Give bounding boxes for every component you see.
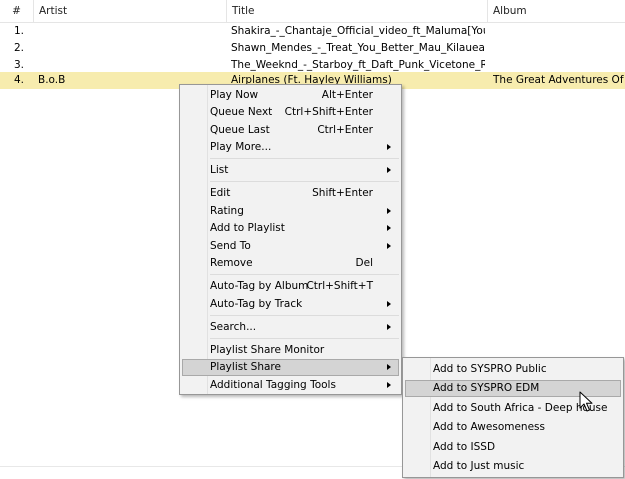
menu-item-label: Play More... [210, 141, 272, 153]
menu-item-play-more[interactable]: Play More... [182, 139, 399, 156]
menu-separator [210, 338, 399, 339]
menu-item-additional-tagging-tools[interactable]: Additional Tagging Tools [182, 377, 399, 394]
menu-item-label: List [210, 164, 229, 176]
menu-item-label: Add to SYSPRO Public [433, 363, 547, 375]
track-number: 1. [13, 25, 24, 37]
menu-separator [210, 158, 399, 159]
menu-item-send-to[interactable]: Send To [182, 238, 399, 255]
chevron-right-icon [387, 301, 391, 307]
menu-item-playlist-share[interactable]: Playlist Share [182, 359, 399, 376]
menu-item-shortcut: Alt+Enter [321, 89, 373, 101]
menu-item-list[interactable]: List [182, 162, 399, 179]
chevron-right-icon [387, 208, 391, 214]
menu-item-queue-last[interactable]: Queue Last Ctrl+Enter [182, 122, 399, 139]
menu-item-label: Play Now [210, 89, 259, 101]
track-title: Shakira_-_Chantaje_Official_video_ft_Mal… [231, 25, 485, 37]
menu-item-auto-tag-by-track[interactable]: Auto-Tag by Track [182, 296, 399, 313]
menu-item-edit[interactable]: Edit Shift+Enter [182, 185, 399, 202]
menu-item-label: Edit [210, 187, 231, 199]
menu-item-shortcut: Shift+Enter [312, 187, 373, 199]
submenu-item-add-to-syspro-public[interactable]: Add to SYSPRO Public [405, 361, 621, 378]
track-number: 2. [13, 42, 24, 54]
menu-item-label: Remove [210, 257, 253, 269]
menu-item-label: Search... [210, 321, 257, 333]
track-album [493, 23, 625, 40]
menu-item-label: Send To [210, 240, 251, 252]
column-header-artist[interactable]: Artist [34, 0, 227, 22]
column-header-title[interactable]: Title [227, 0, 488, 22]
column-header-album[interactable]: Album [488, 0, 625, 22]
submenu-item-add-to-just-music[interactable]: Add to Just music [405, 458, 621, 475]
menu-item-label: Queue Last [210, 124, 270, 136]
menu-item-label: Playlist Share Monitor [210, 344, 325, 356]
track-artist [38, 40, 226, 57]
table-row[interactable]: 1. Shakira_-_Chantaje_Official_video_ft_… [0, 23, 625, 40]
track-context-menu: Play Now Alt+Enter Queue Next Ctrl+Shift… [179, 84, 402, 395]
playlist-table-header: # Artist Title Album [0, 0, 625, 23]
menu-item-label: Auto-Tag by Track [210, 298, 303, 310]
chevron-right-icon [387, 243, 391, 249]
menu-item-label: Add to SYSPRO EDM [433, 382, 540, 394]
menu-item-play-now[interactable]: Play Now Alt+Enter [182, 87, 399, 104]
menu-item-label: Add to Playlist [210, 222, 285, 234]
track-album [493, 40, 625, 57]
menu-item-label: Additional Tagging Tools [210, 379, 336, 391]
chevron-right-icon [387, 364, 391, 370]
track-artist [38, 23, 226, 40]
submenu-item-add-to-issd[interactable]: Add to ISSD [405, 439, 621, 456]
menu-item-label: Playlist Share [210, 361, 281, 373]
column-header-number[interactable]: # [0, 0, 34, 22]
chevron-right-icon [387, 144, 391, 150]
menu-item-queue-next[interactable]: Queue Next Ctrl+Shift+Enter [182, 104, 399, 121]
menu-separator [210, 274, 399, 275]
track-number: 4. [13, 74, 24, 86]
menu-item-label: Auto-Tag by Album [210, 280, 309, 292]
menu-separator [210, 315, 399, 316]
mouse-pointer-icon [579, 391, 593, 412]
playlist-share-submenu: Add to SYSPRO Public Add to SYSPRO EDM A… [402, 357, 624, 478]
menu-item-label: Queue Next [210, 106, 273, 118]
chevron-right-icon [387, 167, 391, 173]
menu-item-remove[interactable]: Remove Del [182, 255, 399, 272]
menu-item-shortcut: Del [355, 257, 373, 269]
menu-separator [210, 181, 399, 182]
menu-item-shortcut: Ctrl+Enter [317, 124, 373, 136]
track-album: The Great Adventures Of Bob [493, 74, 625, 86]
menu-item-add-to-playlist[interactable]: Add to Playlist [182, 220, 399, 237]
menu-item-label: Add to Awesomeness [433, 421, 545, 433]
table-row[interactable]: 2. Shawn_Mendes_-_Treat_You_Better_Mau_K… [0, 40, 625, 57]
track-title: Shawn_Mendes_-_Treat_You_Better_Mau_Kila… [231, 42, 485, 54]
menu-item-playlist-share-monitor[interactable]: Playlist Share Monitor [182, 342, 399, 359]
menu-item-shortcut: Ctrl+Shift+T [306, 280, 373, 292]
menu-item-auto-tag-by-album[interactable]: Auto-Tag by Album Ctrl+Shift+T [182, 278, 399, 295]
chevron-right-icon [387, 324, 391, 330]
menu-item-rating[interactable]: Rating [182, 203, 399, 220]
menu-item-label: Add to ISSD [433, 441, 496, 453]
menu-item-shortcut: Ctrl+Shift+Enter [284, 106, 373, 118]
menu-item-search[interactable]: Search... [182, 319, 399, 336]
menu-item-label: Add to Just music [433, 460, 525, 472]
submenu-item-add-to-awesomeness[interactable]: Add to Awesomeness [405, 419, 621, 436]
chevron-right-icon [387, 382, 391, 388]
chevron-right-icon [387, 225, 391, 231]
menu-item-label: Rating [210, 205, 244, 217]
